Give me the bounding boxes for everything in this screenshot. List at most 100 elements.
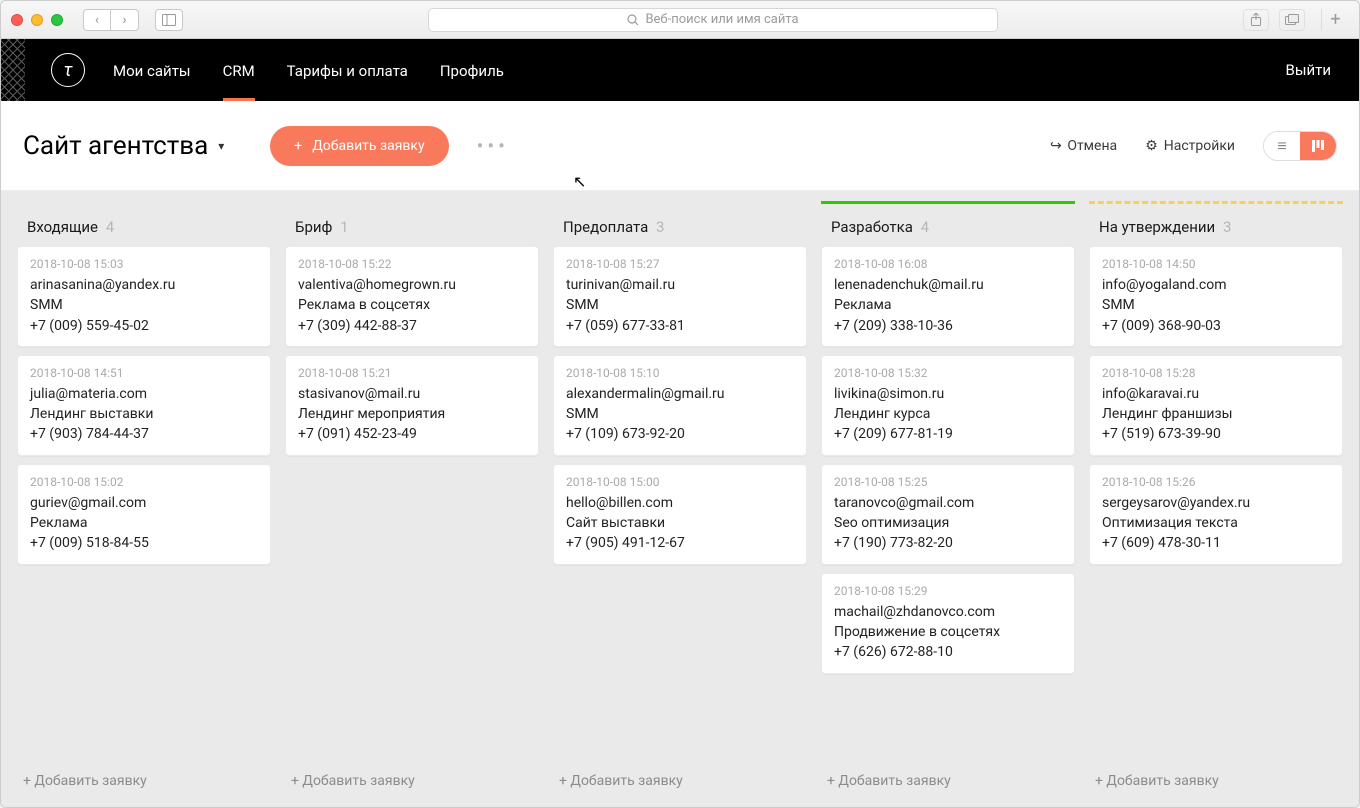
lead-card[interactable]: 2018-10-08 15:32livikina@simon.ruЛендинг… (821, 355, 1075, 456)
list-view-button[interactable]: ≡ (1264, 132, 1300, 160)
card-service: SMM (566, 295, 794, 315)
column-header[interactable]: На утверждении 3 (1089, 204, 1343, 246)
lead-card[interactable]: 2018-10-08 15:03arinasanina@yandex.ruSMM… (17, 246, 271, 347)
browser-window: ‹ › Веб-поиск или имя сайта + τ (0, 0, 1360, 808)
card-timestamp: 2018-10-08 15:02 (30, 475, 258, 489)
lead-card[interactable]: 2018-10-08 15:28 info@karavai.ruЛендинг ф… (1089, 355, 1343, 456)
back-button[interactable]: ‹ (83, 9, 111, 31)
chevron-right-icon: › (122, 13, 126, 27)
lead-card[interactable]: 2018-10-08 15:29machail@zhdanovco.comПро… (821, 573, 1075, 674)
card-service: Реклама (30, 513, 258, 533)
app-logo[interactable]: τ (51, 53, 85, 87)
add-card-button[interactable]: + Добавить заявку (285, 765, 539, 797)
card-service: Продвижение в соцсетях (834, 622, 1062, 642)
card-phone: +7 (059) 677-33-81 (566, 316, 794, 336)
column-header[interactable]: Бриф 1 (285, 204, 539, 246)
lead-card[interactable]: 2018-10-08 15:22valentiva@homegrown.ruРе… (285, 246, 539, 347)
settings-button[interactable]: ⚙ Настройки (1145, 138, 1235, 154)
add-card-button[interactable]: + Добавить заявку (17, 765, 271, 797)
card-email: julia@materia.com (30, 384, 258, 404)
board-view-button[interactable] (1300, 132, 1336, 160)
nav-pricing[interactable]: Тарифы и оплата (287, 40, 408, 101)
card-email: info@karavai.ru (1102, 384, 1330, 404)
more-menu-button[interactable]: ••• (477, 134, 509, 158)
card-timestamp: 2018-10-08 15:00 (566, 475, 794, 489)
lead-card[interactable]: 2018-10-08 15:27turinivan@mail.ruSMM+7 (… (553, 246, 807, 347)
lead-card[interactable]: 2018-10-08 15:10alexandermalin@gmail.ruS… (553, 355, 807, 456)
card-timestamp: 2018-10-08 15:28 (1102, 366, 1330, 380)
card-timestamp: 2018-10-08 14:51 (30, 366, 258, 380)
card-timestamp: 2018-10-08 15:10 (566, 366, 794, 380)
lead-card[interactable]: 2018-10-08 15:25taranovco@gmail.comSeo о… (821, 464, 1075, 565)
address-bar[interactable]: Веб-поиск или имя сайта (428, 8, 998, 32)
app-header: τ Мои сайты CRM Тарифы и оплата Профиль … (1, 39, 1359, 101)
column-header[interactable]: Разработка 4 (821, 204, 1075, 246)
column-cards: 2018-10-08 15:22valentiva@homegrown.ruРе… (285, 246, 539, 456)
new-tab-button[interactable]: + (1321, 9, 1349, 31)
sidebar-toggle-button[interactable] (155, 9, 183, 31)
browser-titlebar: ‹ › Веб-поиск или имя сайта + (1, 1, 1359, 39)
lead-card[interactable]: 2018-10-08 14:51 julia@materia.comЛендинг… (17, 355, 271, 456)
forward-button[interactable]: › (111, 9, 139, 31)
kanban-column: Предоплата 32018-10-08 15:27turinivan@ma… (553, 201, 807, 797)
card-service: Лендинг выставки (30, 404, 258, 424)
lead-card[interactable]: 2018-10-08 15:26sergeysarov@yandex.ruОпт… (1089, 464, 1343, 565)
card-service: SMM (566, 404, 794, 424)
nav-my-sites[interactable]: Мои сайты (113, 40, 191, 101)
add-card-button[interactable]: + Добавить заявку (553, 765, 807, 797)
card-service: SMM (30, 295, 258, 315)
lead-card[interactable]: 2018-10-08 15:02guriev@gmail.comРеклама+… (17, 464, 271, 565)
lead-card[interactable]: 2018-10-08 15:21 stasivanov@mail.ruЛендин… (285, 355, 539, 456)
lead-card[interactable]: 2018-10-08 15:00hello@billen.comСайт выс… (553, 464, 807, 565)
kanban-column: Бриф 12018-10-08 15:22valentiva@homegrow… (285, 201, 539, 797)
column-count: 1 (340, 218, 348, 236)
card-email: stasivanov@mail.ru (298, 384, 526, 404)
nav-crm[interactable]: CRM (223, 40, 255, 101)
kanban-column: Разработка 42018-10-08 16:08lenenadenchu… (821, 201, 1075, 797)
column-cards: 2018-10-08 14:50info@yogaland.comSMM+7 (… (1089, 246, 1343, 565)
add-card-button[interactable]: + Добавить заявку (1089, 765, 1343, 797)
zoom-window-button[interactable] (51, 14, 63, 26)
card-email: taranovco@gmail.com (834, 493, 1062, 513)
card-phone: +7 (309) 442-88-37 (298, 316, 526, 336)
column-title: На утверждении (1099, 218, 1215, 236)
address-bar-wrap: Веб-поиск или имя сайта (191, 8, 1235, 32)
tabs-button[interactable] (1279, 9, 1305, 31)
undo-icon: ↩ (1050, 138, 1062, 154)
card-service: SMM (1102, 295, 1330, 315)
card-service: Реклама в соцсетях (298, 295, 526, 315)
card-phone: +7 (609) 478-30-11 (1102, 533, 1330, 553)
page-title: Сайт агентства (23, 131, 208, 161)
nav-profile[interactable]: Профиль (440, 40, 504, 101)
card-timestamp: 2018-10-08 15:32 (834, 366, 1062, 380)
card-timestamp: 2018-10-08 14:50 (1102, 257, 1330, 271)
minimize-window-button[interactable] (31, 14, 43, 26)
card-service: Лендинг франшизы (1102, 404, 1330, 424)
card-phone: +7 (109) 673-92-20 (566, 424, 794, 444)
column-title: Разработка (831, 218, 913, 236)
cancel-button[interactable]: ↩ Отмена (1050, 138, 1118, 154)
project-selector[interactable]: Сайт агентства ▾ (23, 131, 224, 161)
column-header[interactable]: Входящие 4 (17, 204, 271, 246)
share-button[interactable] (1243, 9, 1269, 31)
card-service: Лендинг мероприятия (298, 404, 526, 424)
column-title: Бриф (295, 218, 332, 236)
add-request-button[interactable]: + Добавить заявку (270, 126, 448, 166)
close-window-button[interactable] (11, 14, 23, 26)
add-card-button[interactable]: + Добавить заявку (821, 765, 1075, 797)
column-header[interactable]: Предоплата 3 (553, 204, 807, 246)
column-title: Входящие (27, 218, 98, 236)
lead-card[interactable]: 2018-10-08 16:08lenenadenchuk@mail.ruРек… (821, 246, 1075, 347)
card-timestamp: 2018-10-08 15:26 (1102, 475, 1330, 489)
tabs-icon (1285, 14, 1299, 26)
browser-nav-buttons: ‹ › (83, 9, 139, 31)
card-phone: +7 (903) 784-44-37 (30, 424, 258, 444)
card-service: Реклама (834, 295, 1062, 315)
card-email: guriev@gmail.com (30, 493, 258, 513)
logout-link[interactable]: Выйти (1285, 61, 1331, 79)
card-timestamp: 2018-10-08 15:21 (298, 366, 526, 380)
card-timestamp: 2018-10-08 15:25 (834, 475, 1062, 489)
lead-card[interactable]: 2018-10-08 14:50info@yogaland.comSMM+7 (… (1089, 246, 1343, 347)
card-email: lenenadenchuk@mail.ru (834, 275, 1062, 295)
plus-icon: + (294, 138, 302, 154)
